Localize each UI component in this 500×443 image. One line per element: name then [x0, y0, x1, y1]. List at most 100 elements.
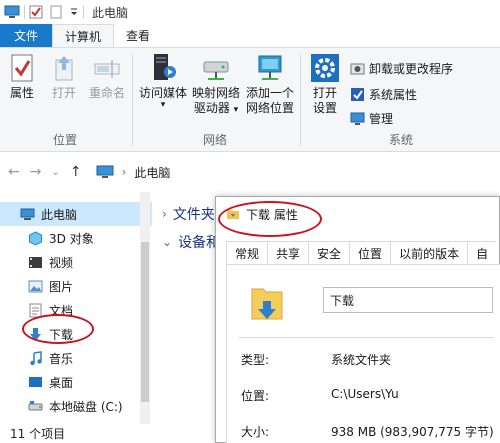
- up-arrow-icon[interactable]: ↑: [70, 164, 82, 180]
- tab-sharing[interactable]: 共享: [268, 241, 310, 265]
- sidebar-item-3d-objects[interactable]: 3D 对象: [0, 226, 152, 250]
- settings-gear-icon: [311, 54, 339, 82]
- open-label: 打开: [51, 86, 76, 100]
- sidebar-item-music[interactable]: 音乐: [0, 346, 152, 370]
- disk-drive-icon: [28, 400, 43, 410]
- map-network-drive-button[interactable]: 映射网络 驱动器 ▾: [188, 52, 244, 118]
- tab-custom[interactable]: 自: [468, 241, 497, 265]
- music-icon: [30, 350, 42, 365]
- sidebar-scrollbar[interactable]: [140, 192, 150, 424]
- general-tab-panel: 下载 类型: 系统文件夹 位置: C:\Users\Yu 大小: 938 MB …: [226, 264, 500, 443]
- system-properties-button[interactable]: 系统属性: [350, 86, 417, 103]
- divider: [83, 5, 84, 19]
- location-group: 属性 打开 重命名 位置: [0, 48, 130, 152]
- download-folder-icon: [251, 288, 283, 320]
- video-icon: [29, 256, 42, 268]
- chevron-right-icon: ›: [162, 207, 167, 221]
- properties-icon: [11, 54, 33, 82]
- ribbon-tabs: 文件 计算机 查看: [0, 24, 500, 48]
- properties-label: 属性: [9, 86, 34, 100]
- tab-computer[interactable]: 计算机: [52, 24, 115, 47]
- section-devices[interactable]: ⌄ 设备和: [162, 232, 220, 252]
- cube-icon: [29, 230, 42, 246]
- folder-name-input[interactable]: 下载: [323, 287, 493, 313]
- network-group-label: 网络: [202, 133, 227, 147]
- sidebar-item-desktop[interactable]: 桌面: [0, 370, 152, 394]
- properties-check-icon[interactable]: [29, 5, 45, 19]
- sidebar-item-local-disk-c[interactable]: 本地磁盘 (C:): [0, 394, 152, 418]
- tab-previous-versions[interactable]: 以前的版本: [391, 241, 469, 265]
- system-group-label: 系统: [388, 133, 413, 147]
- location-value: C:\Users\Yu: [331, 387, 399, 401]
- annotation-circle-downloads: [22, 314, 94, 344]
- sidebar-item-label: 桌面: [49, 375, 74, 390]
- back-arrow-icon[interactable]: ←: [8, 164, 20, 180]
- divider: [24, 5, 25, 19]
- properties-button[interactable]: 属性: [4, 52, 40, 101]
- access-media-label: 访问媒体: [138, 86, 187, 100]
- tab-view[interactable]: 查看: [114, 24, 162, 47]
- divider: [239, 337, 494, 338]
- item-count: 11 个项目: [10, 427, 66, 441]
- sidebar-item-label: 图片: [49, 279, 74, 294]
- system-properties-label: 系统属性: [369, 88, 418, 102]
- open-button[interactable]: 打开: [46, 52, 82, 101]
- sidebar-item-label: 此电脑: [41, 207, 78, 222]
- network-location-icon: [258, 55, 282, 80]
- tab-security[interactable]: 安全: [309, 241, 351, 265]
- ribbon: 属性 打开 重命名 位置 访问媒体 ▾ 映射网络 驱动器 ▾ 添加一个 网络位置: [0, 48, 500, 152]
- forward-arrow-icon[interactable]: →: [30, 164, 42, 180]
- type-label: 类型:: [241, 353, 270, 367]
- navigation-pane: 此电脑 3D 对象 视频 图片 文档 下载 音乐 桌面 本地磁盘 (C:): [0, 192, 152, 424]
- uninstall-programs-button[interactable]: 卸载或更改程序: [350, 60, 453, 77]
- size-label: 大小:: [241, 425, 270, 439]
- sidebar-item-label: 视频: [49, 255, 74, 270]
- sidebar-item-label: 3D 对象: [49, 231, 94, 246]
- divider: [132, 54, 133, 146]
- system-properties-icon: [351, 88, 364, 101]
- computer-icon: [96, 165, 114, 178]
- add-network-location-button[interactable]: 添加一个 网络位置: [244, 52, 296, 116]
- sidebar-item-videos[interactable]: 视频: [0, 250, 152, 274]
- manage-button[interactable]: 管理: [350, 110, 393, 127]
- tab-general[interactable]: 常规: [226, 241, 269, 265]
- section-folders[interactable]: › 文件夹: [162, 204, 215, 224]
- uninstall-icon: [350, 63, 365, 75]
- desktop-icon: [29, 376, 42, 387]
- sidebar-item-label: 音乐: [49, 351, 74, 366]
- dropdown-arrow-icon: ▾: [160, 100, 166, 110]
- map-drive-label-2: 驱动器: [193, 101, 230, 115]
- media-server-icon: [154, 54, 176, 80]
- dialog-tabs: 常规 共享 安全 位置 以前的版本 自: [226, 241, 497, 265]
- location-group-label: 位置: [52, 133, 77, 147]
- size-value: 938 MB (983,907,775 字节): [331, 425, 494, 439]
- chevron-down-icon: ⌄: [162, 235, 173, 249]
- window-title: 此电脑: [92, 5, 129, 20]
- recent-dropdown-icon[interactable]: ⌄: [51, 167, 59, 178]
- scrollbar-thumb[interactable]: [141, 242, 149, 402]
- add-location-label-2: 网络位置: [245, 101, 294, 115]
- open-settings-button[interactable]: 打开 设置: [308, 52, 342, 116]
- tab-file[interactable]: 文件: [0, 24, 53, 47]
- rename-label: 重命名: [88, 86, 125, 100]
- rename-button[interactable]: 重命名: [86, 52, 128, 101]
- dropdown-arrow-icon[interactable]: [69, 5, 79, 19]
- tab-location[interactable]: 位置: [350, 241, 392, 265]
- dropdown-arrow-icon: ▾: [233, 105, 239, 115]
- type-value: 系统文件夹: [331, 353, 392, 367]
- address-box[interactable]: › 此电脑: [96, 164, 171, 181]
- annotation-circle-dialog-title: [218, 201, 322, 237]
- new-folder-icon[interactable]: [49, 5, 65, 19]
- section-title: 文件夹: [172, 207, 215, 223]
- address-path: 此电脑: [134, 165, 171, 180]
- open-icon: [55, 56, 73, 81]
- sidebar-item-pictures[interactable]: 图片: [0, 274, 152, 298]
- sidebar-item-this-pc[interactable]: 此电脑: [0, 202, 152, 226]
- uninstall-label: 卸载或更改程序: [369, 62, 454, 76]
- section-title: 设备和: [178, 235, 221, 251]
- access-media-button[interactable]: 访问媒体 ▾: [138, 52, 188, 110]
- rename-icon: [94, 60, 120, 78]
- network-drive-icon: [203, 61, 229, 80]
- map-drive-label-1: 映射网络: [191, 86, 240, 100]
- computer-icon[interactable]: [4, 5, 20, 19]
